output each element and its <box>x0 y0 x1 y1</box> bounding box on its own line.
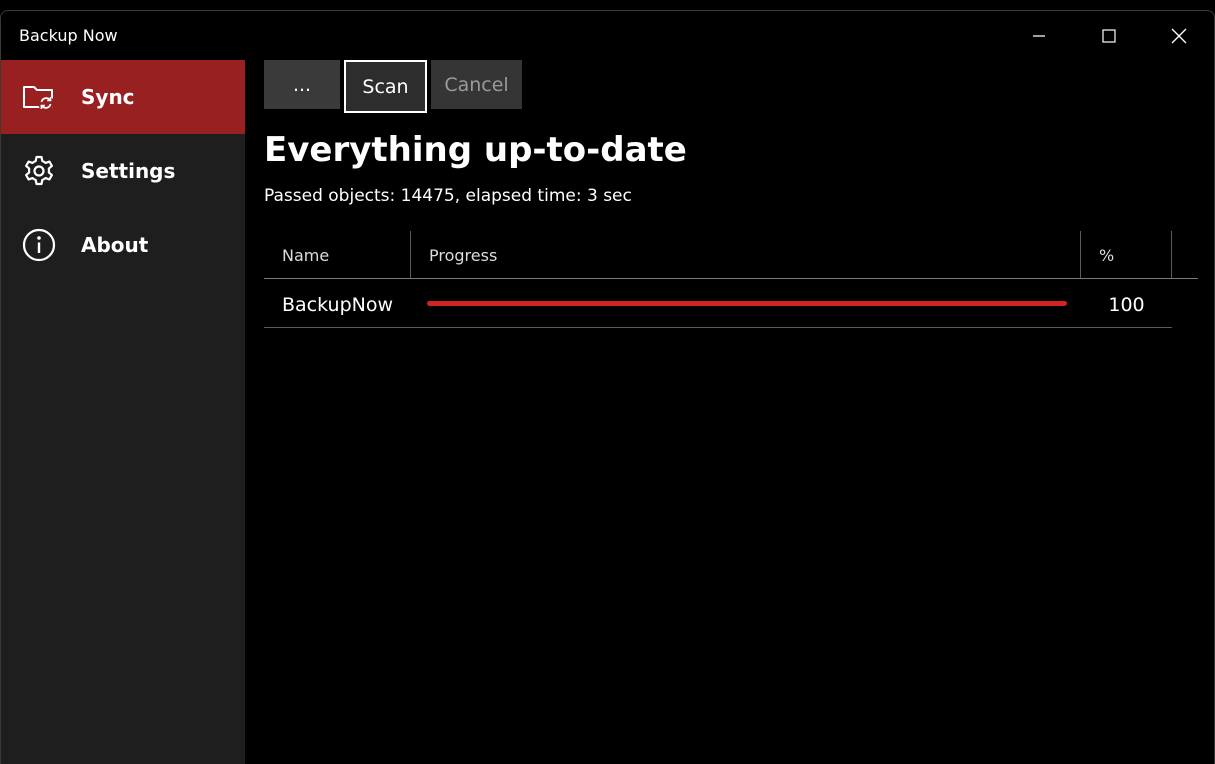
window-title: Backup Now <box>19 26 118 45</box>
more-button[interactable]: ... <box>264 60 340 109</box>
status-heading: Everything up-to-date <box>264 130 687 170</box>
cancel-button[interactable]: Cancel <box>431 60 522 109</box>
row-name: BackupNow <box>282 294 394 316</box>
progress-table: Name Progress % BackupNow 100 <box>264 231 1198 431</box>
progress-bar-fill <box>427 301 1067 306</box>
info-icon <box>22 228 56 262</box>
gear-icon <box>25 155 53 186</box>
column-header-name[interactable]: Name <box>264 231 411 278</box>
app-window: Backup Now Sync Settings About ... Scan … <box>0 10 1215 764</box>
minimize-icon <box>1033 34 1045 37</box>
status-details: Passed objects: 14475, elapsed time: 3 s… <box>264 186 632 206</box>
row-percent: 100 <box>1108 294 1145 316</box>
sidebar-item-label: Settings <box>81 159 176 183</box>
sidebar-item-settings[interactable]: Settings <box>1 134 245 208</box>
close-button[interactable] <box>1144 11 1214 60</box>
close-icon <box>1171 28 1187 43</box>
maximize-button[interactable] <box>1074 11 1144 60</box>
table-row[interactable]: BackupNow 100 <box>264 279 1172 328</box>
maximize-icon <box>1102 28 1116 43</box>
sidebar-item-label: Sync <box>81 85 135 109</box>
title-bar[interactable]: Backup Now <box>1 11 1214 60</box>
column-header-percent[interactable]: % <box>1081 231 1172 278</box>
table-header: Name Progress % <box>264 231 1198 279</box>
main-content: ... Scan Cancel Everything up-to-date Pa… <box>245 60 1214 764</box>
sidebar-item-sync[interactable]: Sync <box>1 60 245 134</box>
progress-bar <box>427 301 1067 306</box>
sidebar: Sync Settings About <box>1 60 245 764</box>
sidebar-item-label: About <box>81 233 149 257</box>
folder-sync-icon <box>23 86 54 111</box>
scan-button[interactable]: Scan <box>344 60 427 113</box>
column-header-progress[interactable]: Progress <box>411 231 1081 278</box>
sidebar-item-about[interactable]: About <box>1 208 245 282</box>
minimize-button[interactable] <box>1004 11 1074 60</box>
